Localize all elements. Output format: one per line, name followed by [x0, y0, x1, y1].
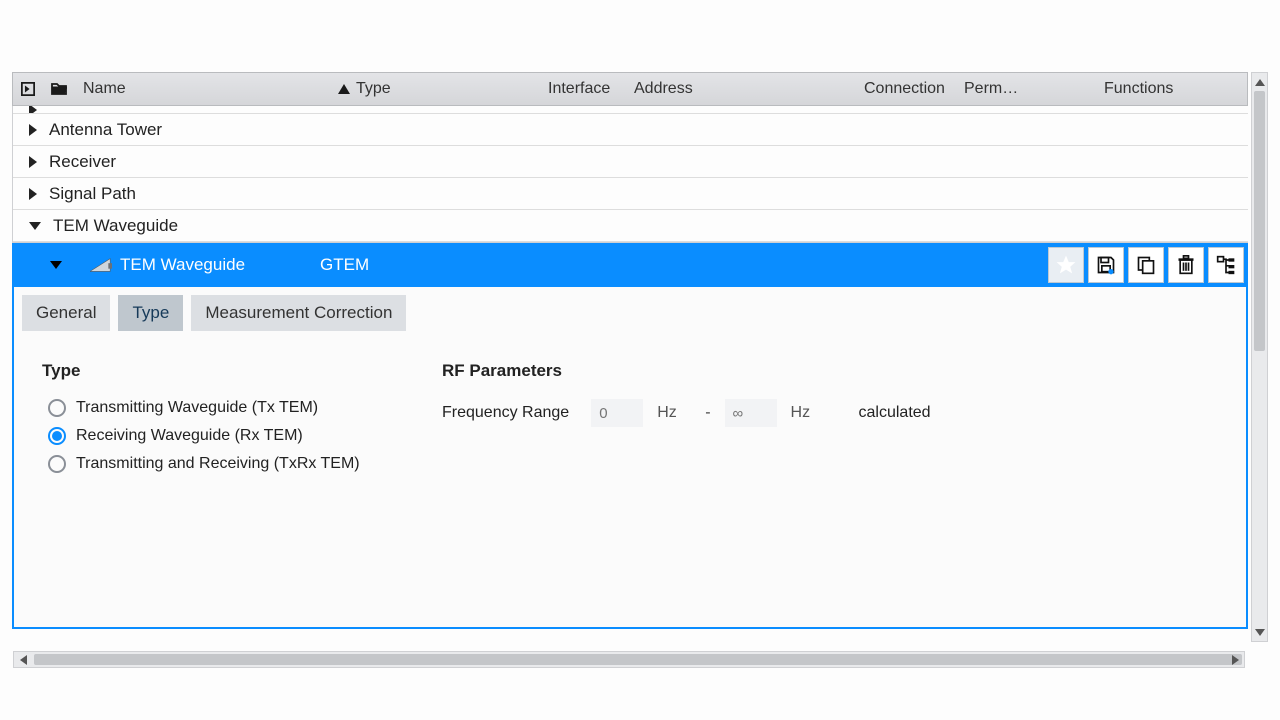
frequency-from-unit: Hz	[657, 404, 691, 422]
copy-button[interactable]	[1128, 247, 1164, 283]
column-name[interactable]: Name	[75, 73, 330, 105]
radio-icon	[48, 455, 66, 473]
tree-row-receiver[interactable]: Receiver	[13, 146, 1248, 178]
device-tree: Antenna Tower Receiver Signal Path TEM W…	[12, 106, 1248, 243]
radio-label: Transmitting Waveguide (Tx TEM)	[76, 399, 318, 417]
column-header-bar: Name Type Interface Address Connection P…	[12, 72, 1248, 106]
tree-row-signal-path[interactable]: Signal Path	[13, 178, 1248, 210]
frequency-to-unit: Hz	[791, 404, 825, 422]
favorite-button[interactable]	[1048, 247, 1084, 283]
horizontal-scrollbar[interactable]	[13, 651, 1245, 668]
expand-icon[interactable]	[29, 188, 37, 200]
column-functions[interactable]: Functions	[1096, 73, 1247, 105]
tree-row-antenna-tower[interactable]: Antenna Tower	[13, 114, 1248, 146]
radio-icon	[48, 427, 66, 445]
tab-bar: General Type Measurement Correction	[22, 295, 1238, 331]
tree-row-tem-waveguide[interactable]: TEM Waveguide	[13, 210, 1248, 242]
save-icon	[1096, 255, 1116, 275]
tab-general[interactable]: General	[22, 295, 110, 331]
radio-tx-tem[interactable]: Transmitting Waveguide (Tx TEM)	[48, 399, 402, 417]
radio-label: Transmitting and Receiving (TxRx TEM)	[76, 455, 360, 473]
column-label-connection: Connection	[864, 80, 945, 98]
column-label-functions: Functions	[1104, 80, 1173, 98]
column-address[interactable]: Address	[626, 73, 856, 105]
save-button[interactable]	[1088, 247, 1124, 283]
structure-button[interactable]	[1208, 247, 1244, 283]
selected-device-row[interactable]: TEM Waveguide GTEM	[12, 243, 1248, 287]
column-label-name: Name	[83, 80, 126, 98]
device-toolbar	[1048, 247, 1244, 283]
tree-label: Signal Path	[49, 184, 136, 204]
expand-icon[interactable]	[29, 156, 37, 168]
scroll-left-icon[interactable]	[14, 652, 32, 667]
scroll-right-icon[interactable]	[1226, 652, 1244, 667]
frequency-range-label: Frequency Range	[442, 404, 569, 422]
delete-button[interactable]	[1168, 247, 1204, 283]
column-perm[interactable]: Perm…	[956, 73, 1096, 105]
column-connection[interactable]: Connection	[856, 73, 956, 105]
tree-label: TEM Waveguide	[53, 216, 178, 236]
trash-icon	[1176, 255, 1196, 275]
rf-parameters-column: RF Parameters Frequency Range Hz - Hz ca…	[442, 361, 1218, 483]
column-label-perm: Perm…	[964, 80, 1018, 98]
tree-label: Receiver	[49, 152, 116, 172]
expand-icon[interactable]	[29, 124, 37, 136]
vertical-scrollbar[interactable]	[1251, 72, 1268, 642]
collapse-icon[interactable]	[29, 222, 41, 230]
radio-icon	[48, 399, 66, 417]
folder-open-icon	[51, 79, 67, 99]
tree-label: Antenna Tower	[49, 120, 162, 140]
dash-separator: -	[705, 404, 710, 422]
radio-label: Receiving Waveguide (Rx TEM)	[76, 427, 303, 445]
tab-measurement-correction[interactable]: Measurement Correction	[191, 295, 406, 331]
terminal-icon	[21, 79, 35, 99]
tab-type[interactable]: Type	[118, 295, 183, 331]
scroll-down-icon[interactable]	[1252, 623, 1267, 641]
device-detail-panel: General Type Measurement Correction Type…	[12, 287, 1248, 629]
rf-section-title: RF Parameters	[442, 361, 1218, 381]
waveguide-icon	[90, 256, 112, 274]
column-label-type: Type	[356, 80, 391, 98]
tree-row-truncated[interactable]	[13, 106, 1248, 114]
selected-device-type: GTEM	[320, 255, 500, 275]
frequency-from-input[interactable]	[591, 399, 643, 427]
column-interface[interactable]: Interface	[540, 73, 626, 105]
copy-icon	[1136, 255, 1156, 275]
scroll-up-icon[interactable]	[1252, 73, 1267, 91]
radio-txrx-tem[interactable]: Transmitting and Receiving (TxRx TEM)	[48, 455, 402, 473]
expand-icon	[29, 106, 37, 114]
selected-device-name: TEM Waveguide	[120, 255, 320, 275]
star-icon	[1056, 255, 1076, 275]
sort-indicator-icon	[338, 84, 350, 94]
column-label-address: Address	[634, 80, 693, 98]
scroll-thumb[interactable]	[1254, 91, 1265, 351]
type-section-title: Type	[42, 361, 402, 381]
frequency-to-input[interactable]	[725, 399, 777, 427]
header-icon-2[interactable]	[43, 73, 75, 105]
column-label-interface: Interface	[548, 80, 610, 98]
collapse-icon[interactable]	[50, 261, 62, 269]
column-type[interactable]: Type	[330, 73, 540, 105]
header-icon-1[interactable]	[13, 73, 43, 105]
radio-rx-tem[interactable]: Receiving Waveguide (Rx TEM)	[48, 427, 402, 445]
frequency-range-row: Frequency Range Hz - Hz calculated	[442, 399, 1218, 427]
tab-content: Type Transmitting Waveguide (Tx TEM) Rec…	[22, 331, 1238, 493]
type-column: Type Transmitting Waveguide (Tx TEM) Rec…	[42, 361, 402, 483]
scroll-thumb[interactable]	[34, 654, 1242, 665]
calculated-label: calculated	[859, 404, 931, 422]
device-list: Name Type Interface Address Connection P…	[12, 72, 1248, 629]
tree-structure-icon	[1216, 255, 1236, 275]
